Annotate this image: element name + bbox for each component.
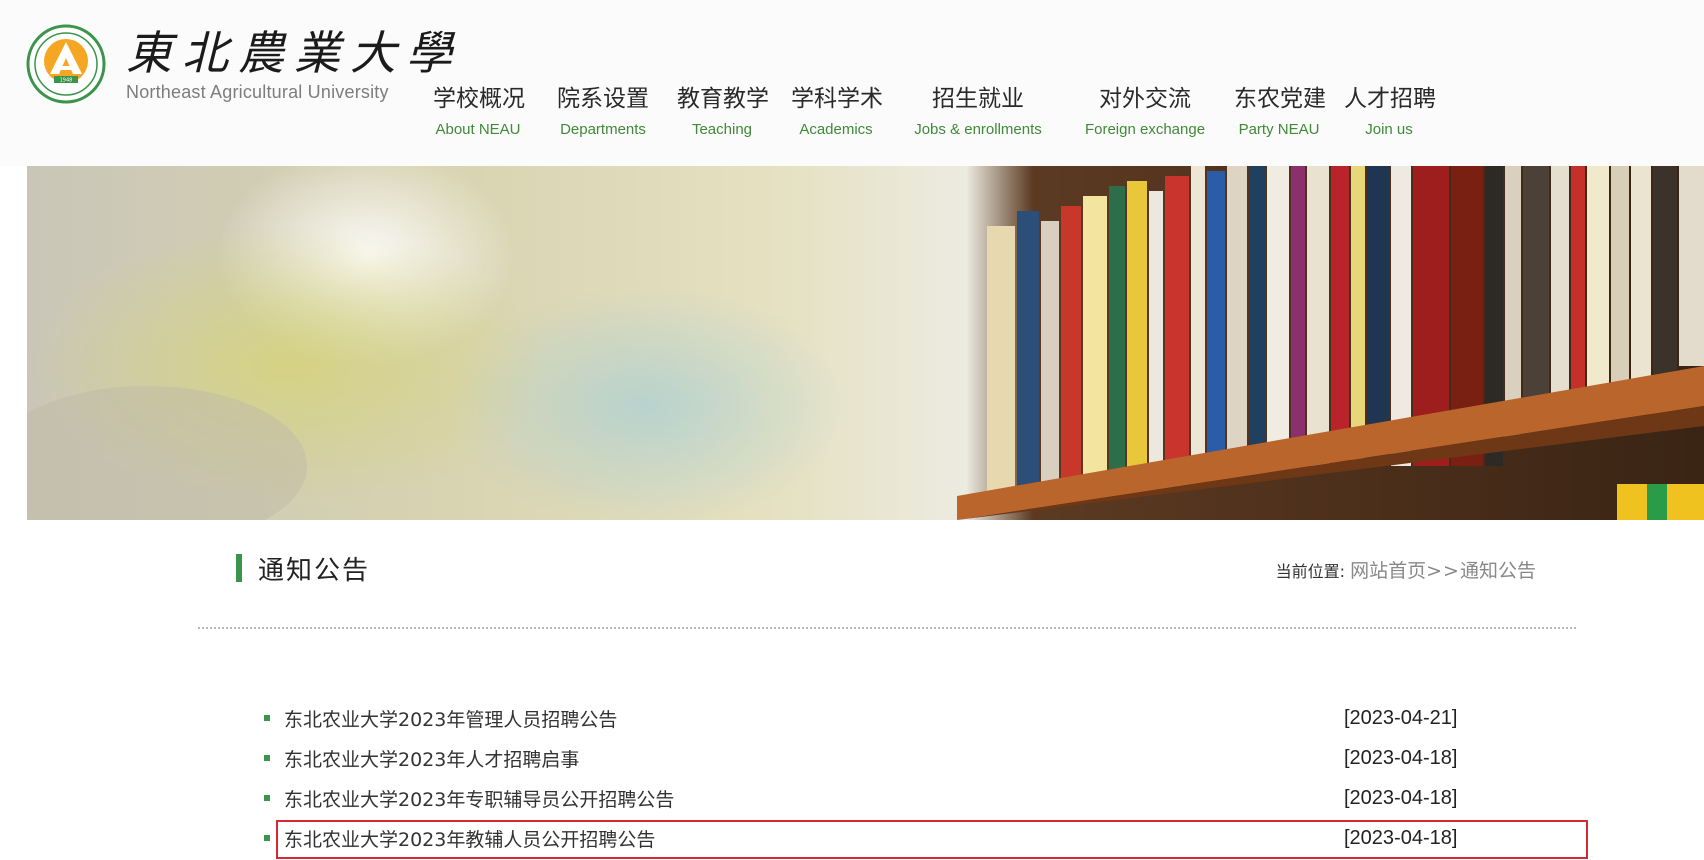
news-date: [2023-04-21] [1344, 706, 1458, 729]
logo-chinese-name: 東北農業大學 [126, 26, 462, 80]
news-title-link[interactable]: 东北农业大学2023年管理人员招聘公告 [284, 705, 1344, 732]
list-item[interactable]: 东北农业大学2023年管理人员招聘公告 [2023-04-21] [264, 698, 1474, 738]
section-heading: 通知公告 [236, 553, 370, 586]
nav-item-jobs-enrollments[interactable]: 招生就业 Jobs & enrollments [908, 80, 1048, 140]
breadcrumb-current-link[interactable]: 通知公告 [1460, 560, 1536, 582]
news-title-link[interactable]: 东北农业大学2023年教辅人员公开招聘公告 [284, 825, 1344, 852]
list-item-highlighted[interactable]: 东北农业大学2023年教辅人员公开招聘公告 [2023-04-18] [264, 818, 1588, 859]
list-item[interactable]: 东北农业大学2023年专职辅导员公开招聘公告 [2023-04-18] [264, 778, 1474, 818]
news-date: [2023-04-18] [1344, 826, 1458, 849]
news-list: 东北农业大学2023年管理人员招聘公告 [2023-04-21] 东北农业大学2… [264, 698, 1588, 859]
page-title: 通知公告 [258, 555, 371, 586]
bullet-icon [264, 715, 270, 721]
news-date: [2023-04-18] [1344, 746, 1458, 769]
site-header: 1948 東北農業大學 Northeast Agricultural Unive… [0, 0, 1704, 166]
breadcrumb-label: 当前位置: [1275, 562, 1346, 581]
nav-item-about[interactable]: 学校概况 About NEAU [433, 80, 525, 140]
nav-item-foreign-exchange[interactable]: 对外交流 Foreign exchange [1080, 80, 1210, 140]
breadcrumb-home-link[interactable]: 网站首页 [1350, 560, 1426, 582]
breadcrumb-separator: >> [1426, 560, 1460, 582]
bullet-icon [264, 835, 270, 841]
nav-item-party[interactable]: 东农党建 Party NEAU [1234, 80, 1326, 140]
bullet-icon [264, 755, 270, 761]
nav-item-departments[interactable]: 院系设置 Departments [548, 80, 658, 140]
news-title-link[interactable]: 东北农业大学2023年专职辅导员公开招聘公告 [284, 785, 1344, 812]
section-divider [198, 627, 1576, 629]
bookshelf-illustration [27, 166, 1704, 520]
main-navigation: 学校概况 About NEAU 院系设置 Departments 教育教学 Te… [0, 80, 1704, 150]
list-item[interactable]: 东北农业大学2023年人才招聘启事 [2023-04-18] [264, 738, 1474, 778]
breadcrumb: 当前位置: 网站首页>>通知公告 [1276, 556, 1536, 583]
news-date: [2023-04-18] [1344, 786, 1458, 809]
news-title-link[interactable]: 东北农业大学2023年人才招聘启事 [284, 745, 1344, 772]
title-accent-bar [236, 554, 242, 582]
nav-item-join-us[interactable]: 人才招聘 Join us [1344, 80, 1436, 140]
nav-item-academics[interactable]: 学科学术 Academics [791, 80, 883, 140]
nav-item-teaching[interactable]: 教育教学 Teaching [677, 80, 769, 140]
library-banner-image [27, 166, 1704, 520]
bullet-icon [264, 795, 270, 801]
